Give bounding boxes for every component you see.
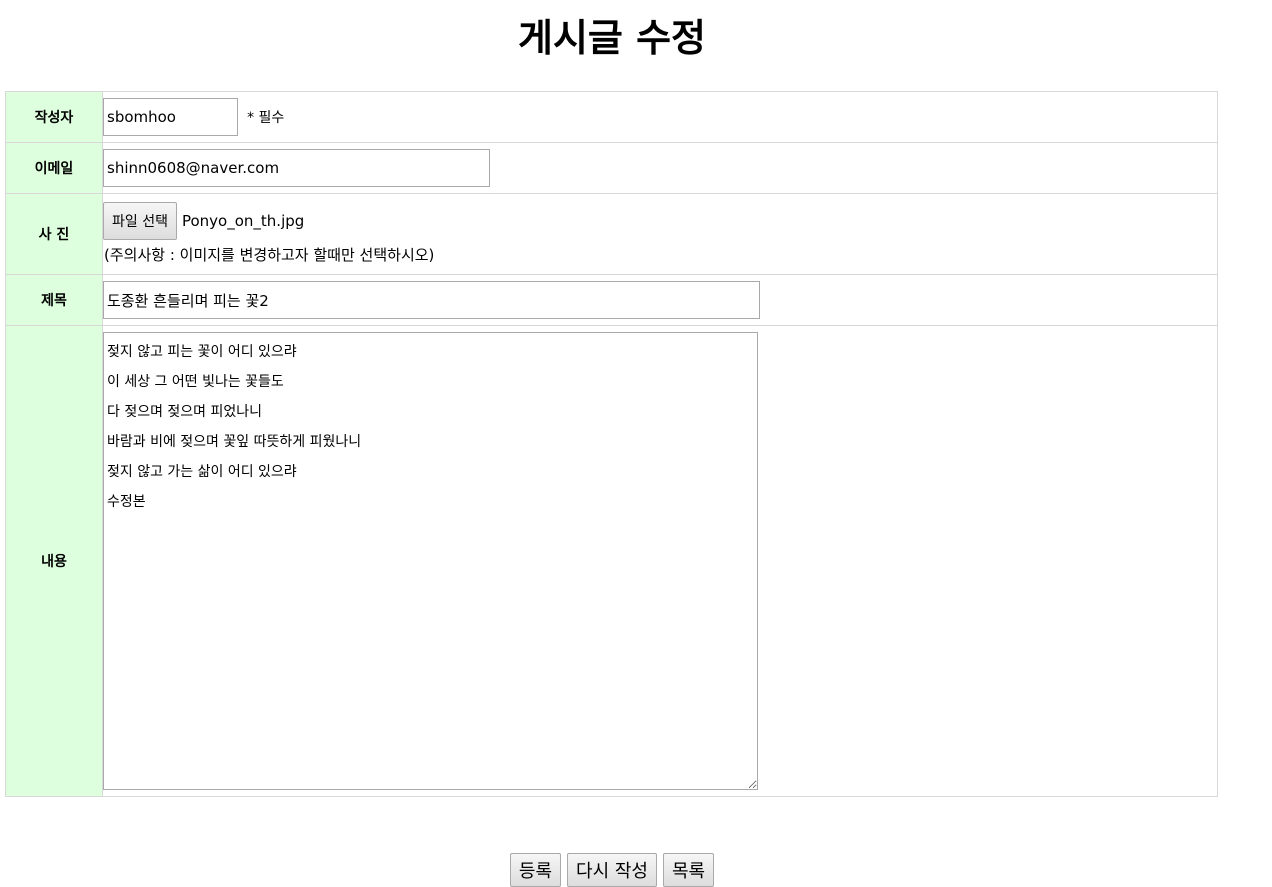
email-cell bbox=[102, 142, 1218, 194]
email-row: 이메일 bbox=[5, 142, 1218, 194]
author-row: 작성자 * 필수 bbox=[5, 91, 1218, 143]
file-select-button[interactable]: 파일 선택 bbox=[103, 201, 177, 240]
photo-row: 사 진 파일 선택 Ponyo_on_th.jpg (주의사항 : 이미지를 변… bbox=[5, 193, 1218, 275]
page-title: 게시글 수정 bbox=[517, 16, 707, 60]
reset-button[interactable]: 다시 작성 bbox=[567, 853, 657, 887]
subject-row: 제목 bbox=[5, 274, 1218, 326]
subject-cell bbox=[102, 274, 1218, 326]
photo-note: (주의사항 : 이미지를 변경하고자 할때만 선택하시오) bbox=[104, 245, 435, 264]
content-textarea[interactable]: 젖지 않고 피는 꽃이 어디 있으랴 이 세상 그 어떤 빛나는 꽃들도 다 젖… bbox=[103, 332, 758, 790]
subject-input[interactable] bbox=[103, 281, 760, 319]
author-cell: * 필수 bbox=[102, 91, 1218, 143]
submit-button[interactable]: 등록 bbox=[509, 853, 562, 887]
content-cell: 젖지 않고 피는 꽃이 어디 있으랴 이 세상 그 어떤 빛나는 꽃들도 다 젖… bbox=[102, 325, 1218, 797]
photo-cell: 파일 선택 Ponyo_on_th.jpg (주의사항 : 이미지를 변경하고자… bbox=[102, 193, 1218, 275]
photo-label: 사 진 bbox=[5, 193, 103, 275]
content-label: 내용 bbox=[5, 325, 103, 797]
edit-form-table: 작성자 * 필수 이메일 사 진 파일 선택 Ponyo_on_th.jpg (… bbox=[5, 91, 1218, 797]
subject-label: 제목 bbox=[5, 274, 103, 326]
content-row: 내용 젖지 않고 피는 꽃이 어디 있으랴 이 세상 그 어떤 빛나는 꽃들도 … bbox=[5, 325, 1218, 797]
file-picker: 파일 선택 Ponyo_on_th.jpg bbox=[103, 201, 1217, 240]
author-label: 작성자 bbox=[5, 91, 103, 143]
action-buttons: 등록 다시 작성 목록 bbox=[0, 853, 1224, 887]
list-button[interactable]: 목록 bbox=[662, 853, 715, 887]
required-note: * 필수 bbox=[247, 110, 285, 126]
email-input[interactable] bbox=[103, 149, 490, 187]
author-input[interactable] bbox=[103, 98, 238, 136]
selected-file-name: Ponyo_on_th.jpg bbox=[181, 211, 305, 230]
email-label: 이메일 bbox=[5, 142, 103, 194]
